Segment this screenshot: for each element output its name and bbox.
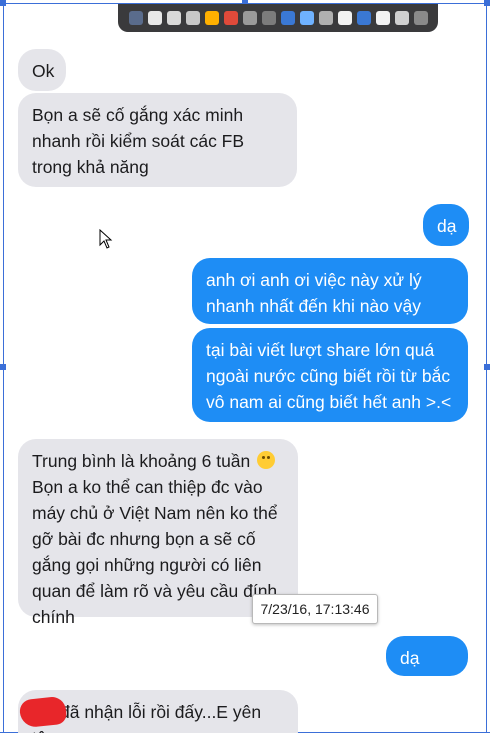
resize-handle[interactable] [0, 0, 6, 6]
app-icon[interactable] [223, 11, 238, 25]
app-icon[interactable] [394, 11, 409, 25]
smiley-emoji-icon [257, 451, 276, 469]
app-icon[interactable] [147, 11, 162, 25]
resize-handle[interactable] [484, 364, 490, 370]
message-outgoing: dạ vâng [386, 636, 468, 694]
mouse-pointer-icon [99, 229, 113, 249]
app-icon[interactable] [318, 11, 333, 25]
app-icon[interactable] [128, 11, 143, 25]
app-icon[interactable] [337, 11, 352, 25]
app-icon[interactable] [166, 11, 181, 25]
message-incoming: Bọn a sẽ cố gắng xác minh nhanh rồi kiểm… [18, 93, 297, 187]
app-icon[interactable] [204, 11, 219, 25]
message-text: dạ [437, 216, 457, 236]
message-text: Ok [32, 61, 55, 81]
message-incoming: Trung bình là khoảng 6 tuần Bọn a ko thể… [18, 439, 298, 627]
app-icon[interactable] [185, 11, 200, 25]
message-text: dạ vâng [400, 648, 438, 694]
app-icon[interactable] [261, 11, 276, 25]
message-text: Trung bình là khoảng 6 tuần [32, 451, 251, 471]
app-icon[interactable] [299, 11, 314, 25]
message-incoming: Ok [18, 49, 66, 91]
app-icon[interactable] [413, 11, 428, 25]
app-icon[interactable] [375, 11, 390, 25]
app-icon[interactable] [356, 11, 371, 25]
message-text: Bọn a sẽ cố gắng xác minh nhanh rồi kiểm… [32, 105, 245, 177]
app-icon[interactable] [280, 11, 295, 25]
redaction-mark [18, 695, 68, 729]
timestamp-tooltip: 7/23/16, 17:13:46 [252, 594, 378, 624]
message-text: đã nhận lỗi rồi đấy...E yên tâm [32, 702, 262, 733]
resize-handle[interactable] [484, 0, 490, 6]
message-outgoing: dạ [423, 204, 469, 246]
message-text: Bọn a ko thể can thiệp đc vào máy chủ ở … [32, 477, 278, 627]
message-outgoing: tại bài viết lượt share lớn quá ngoài nư… [192, 328, 468, 422]
dock [118, 4, 438, 32]
app-icon[interactable] [242, 11, 257, 25]
message-text: tại bài viết lượt share lớn quá ngoài nư… [206, 340, 452, 412]
message-outgoing: anh ơi anh ơi việc này xử lý nhanh nhất … [192, 258, 468, 342]
resize-handle[interactable] [0, 364, 6, 370]
